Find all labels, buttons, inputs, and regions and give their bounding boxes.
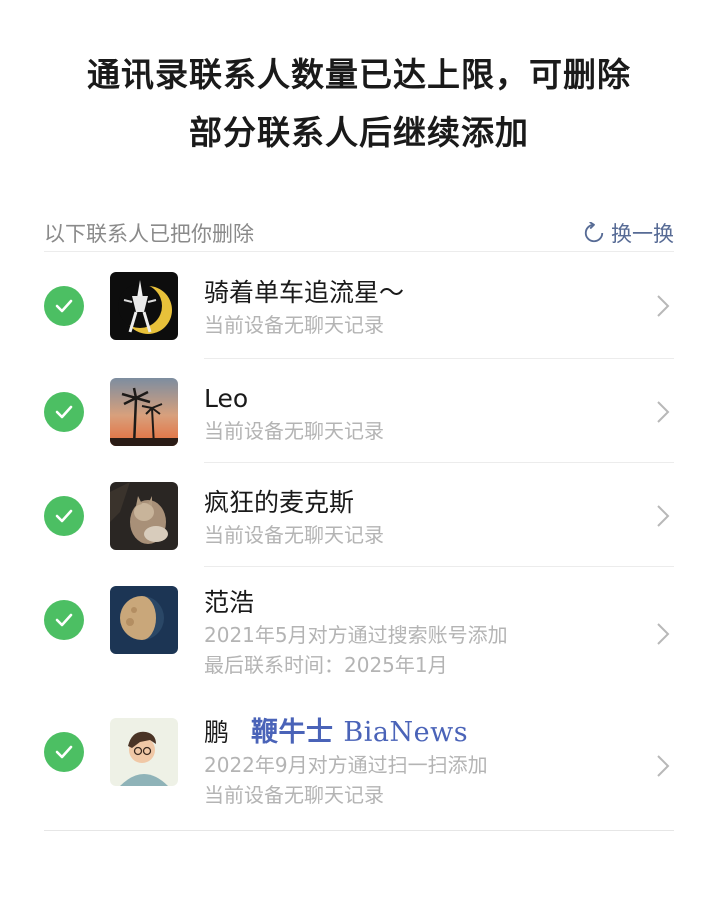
contact-name: 骑着单车追流星～ [204, 278, 405, 307]
contact-detail: 当前设备无聊天记录 [204, 313, 384, 337]
chevron-right-icon [657, 295, 670, 317]
list-item[interactable]: 范浩 2021年5月对方通过搜索账号添加 最后联系时间：2025年1月 [44, 566, 674, 700]
title-line-2: 部分联系人后继续添加 [189, 113, 529, 152]
check-icon[interactable] [44, 286, 84, 326]
watermark-en: BiaNews [343, 717, 469, 748]
page-title: 通讯录联系人数量已达上限，可删除 部分联系人后继续添加 [0, 46, 718, 162]
contact-detail: 当前设备无聊天记录 [204, 419, 384, 443]
cartoon-boy-avatar [110, 718, 178, 786]
section-header: 以下联系人已把你删除 换一换 [44, 214, 674, 252]
list-item[interactable]: Leo 当前设备无聊天记录 [44, 358, 674, 462]
bottom-divider [44, 830, 674, 831]
contact-name-text: 鹏 [204, 718, 230, 747]
contact-name: 疯狂的麦克斯 [204, 488, 355, 517]
refresh-icon [584, 221, 604, 242]
refresh-button[interactable]: 换一换 [583, 218, 674, 248]
sailor-moon-avatar [110, 272, 178, 340]
contact-detail: 2021年5月对方通过搜索账号添加 [204, 623, 508, 647]
palm-sunset-avatar [110, 378, 178, 446]
list-item[interactable]: 鹏鞭牛士 BiaNews 2022年9月对方通过扫一扫添加 当前设备无聊天记录 [44, 700, 674, 830]
watermark-cn: 鞭牛士 [251, 717, 334, 748]
check-icon[interactable] [44, 600, 84, 640]
refresh-label: 换一换 [611, 221, 674, 246]
contact-detail: 最后联系时间：2025年1月 [204, 653, 448, 677]
contact-cleanup-screen: 通讯录联系人数量已达上限，可删除 部分联系人后继续添加 以下联系人已把你删除 换… [0, 0, 718, 918]
contact-detail: 2022年9月对方通过扫一扫添加 [204, 753, 488, 777]
chevron-right-icon [657, 401, 670, 423]
contact-detail: 当前设备无聊天记录 [204, 523, 384, 547]
watermark: 鞭牛士 BiaNews [251, 717, 468, 748]
contact-detail: 当前设备无聊天记录 [204, 783, 384, 807]
moon-avatar [110, 586, 178, 654]
list-item[interactable]: 疯狂的麦克斯 当前设备无聊天记录 [44, 462, 674, 566]
check-icon[interactable] [44, 392, 84, 432]
cat-avatar [110, 482, 178, 550]
contact-name: Leo [204, 384, 249, 413]
chevron-right-icon [657, 623, 670, 645]
contact-name: 范浩 [204, 588, 255, 617]
chevron-right-icon [657, 755, 670, 777]
contact-name: 鹏鞭牛士 BiaNews [204, 716, 488, 750]
title-line-1: 通讯录联系人数量已达上限，可删除 [87, 55, 631, 94]
chevron-right-icon [657, 505, 670, 527]
check-icon[interactable] [44, 732, 84, 772]
section-label: 以下联系人已把你删除 [44, 221, 254, 246]
check-icon[interactable] [44, 496, 84, 536]
list-item[interactable]: 骑着单车追流星～ 当前设备无聊天记录 [44, 254, 674, 358]
